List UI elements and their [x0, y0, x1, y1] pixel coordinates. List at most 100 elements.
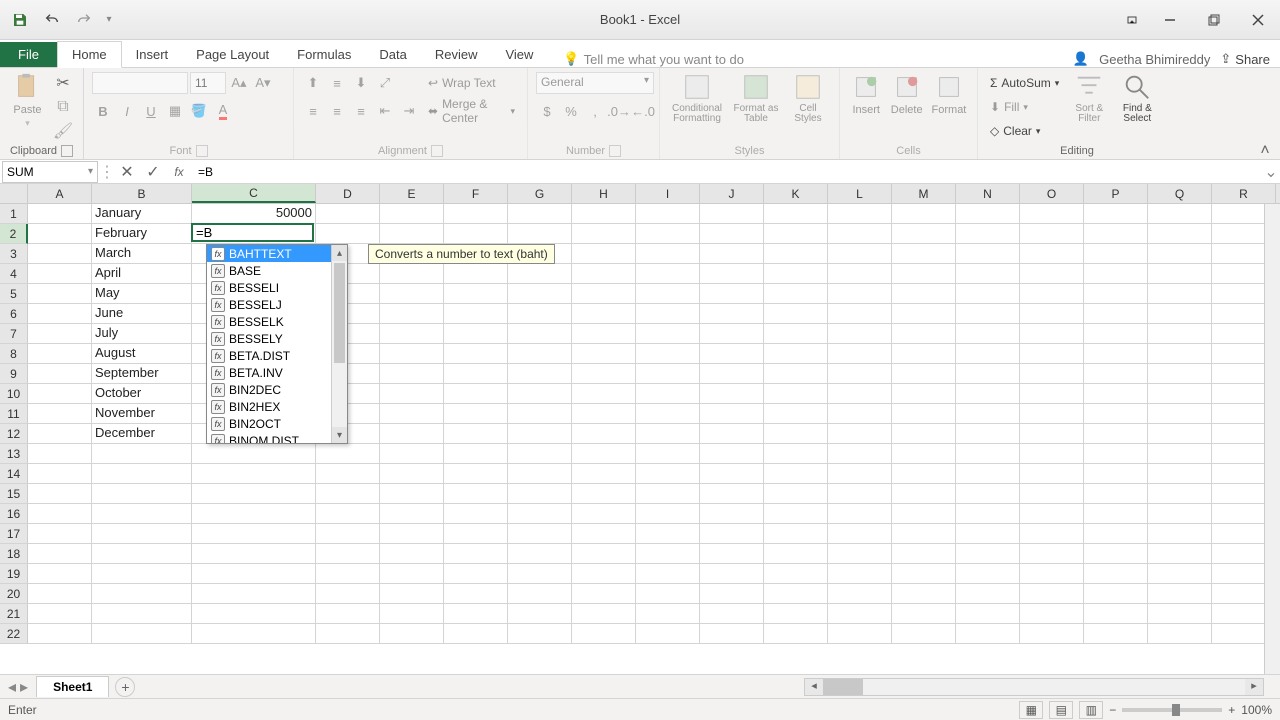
- tab-data[interactable]: Data: [365, 42, 420, 67]
- cell-Q18[interactable]: [1148, 544, 1212, 564]
- cell-D17[interactable]: [316, 524, 380, 544]
- cell-A2[interactable]: [28, 224, 92, 244]
- cell-P21[interactable]: [1084, 604, 1148, 624]
- autocomplete-item-beta-inv[interactable]: fxBETA.INV: [207, 364, 347, 381]
- page-layout-view-button[interactable]: ▤: [1049, 701, 1073, 719]
- cell-A22[interactable]: [28, 624, 92, 644]
- column-header-Q[interactable]: Q: [1148, 184, 1212, 203]
- cell-P18[interactable]: [1084, 544, 1148, 564]
- cell-O1[interactable]: [1020, 204, 1084, 224]
- cell-H15[interactable]: [572, 484, 636, 504]
- cell-A12[interactable]: [28, 424, 92, 444]
- cell-K14[interactable]: [764, 464, 828, 484]
- cell-B13[interactable]: [92, 444, 192, 464]
- qat-customize-button[interactable]: ▾: [102, 6, 116, 34]
- cell-L19[interactable]: [828, 564, 892, 584]
- bold-button[interactable]: B: [92, 100, 114, 122]
- cell-I2[interactable]: [636, 224, 700, 244]
- cell-styles-button[interactable]: Cell Styles: [786, 72, 830, 124]
- cell-Q20[interactable]: [1148, 584, 1212, 604]
- cell-O19[interactable]: [1020, 564, 1084, 584]
- cell-G19[interactable]: [508, 564, 572, 584]
- cell-B18[interactable]: [92, 544, 192, 564]
- cell-H12[interactable]: [572, 424, 636, 444]
- horizontal-scrollbar[interactable]: ◂▸: [804, 678, 1264, 696]
- borders-button[interactable]: ▦: [164, 100, 186, 122]
- cell-H3[interactable]: [572, 244, 636, 264]
- cell-Q11[interactable]: [1148, 404, 1212, 424]
- cell-J5[interactable]: [700, 284, 764, 304]
- cell-Q3[interactable]: [1148, 244, 1212, 264]
- cell-N19[interactable]: [956, 564, 1020, 584]
- cell-A17[interactable]: [28, 524, 92, 544]
- cell-H4[interactable]: [572, 264, 636, 284]
- cell-B20[interactable]: [92, 584, 192, 604]
- cell-O5[interactable]: [1020, 284, 1084, 304]
- format-painter-button[interactable]: 🖌: [51, 120, 75, 142]
- zoom-slider[interactable]: [1122, 708, 1222, 712]
- row-header-10[interactable]: 10: [0, 384, 28, 404]
- row-header-1[interactable]: 1: [0, 204, 28, 224]
- cell-B12[interactable]: December: [92, 424, 192, 444]
- cell-K13[interactable]: [764, 444, 828, 464]
- cell-P10[interactable]: [1084, 384, 1148, 404]
- cell-J2[interactable]: [700, 224, 764, 244]
- row-header-11[interactable]: 11: [0, 404, 28, 424]
- cell-E17[interactable]: [380, 524, 444, 544]
- font-name-combo[interactable]: [92, 72, 188, 94]
- cell-N21[interactable]: [956, 604, 1020, 624]
- cell-G17[interactable]: [508, 524, 572, 544]
- cell-H5[interactable]: [572, 284, 636, 304]
- row-header-18[interactable]: 18: [0, 544, 28, 564]
- cell-A11[interactable]: [28, 404, 92, 424]
- cell-E11[interactable]: [380, 404, 444, 424]
- cell-M13[interactable]: [892, 444, 956, 464]
- row-header-6[interactable]: 6: [0, 304, 28, 324]
- cell-F5[interactable]: [444, 284, 508, 304]
- cell-J13[interactable]: [700, 444, 764, 464]
- italic-button[interactable]: I: [116, 100, 138, 122]
- cell-D19[interactable]: [316, 564, 380, 584]
- cell-A3[interactable]: [28, 244, 92, 264]
- cell-J4[interactable]: [700, 264, 764, 284]
- cell-Q5[interactable]: [1148, 284, 1212, 304]
- cell-N10[interactable]: [956, 384, 1020, 404]
- cell-G2[interactable]: [508, 224, 572, 244]
- cell-B5[interactable]: May: [92, 284, 192, 304]
- cell-M6[interactable]: [892, 304, 956, 324]
- column-header-J[interactable]: J: [700, 184, 764, 203]
- cell-P3[interactable]: [1084, 244, 1148, 264]
- cell-P11[interactable]: [1084, 404, 1148, 424]
- column-header-G[interactable]: G: [508, 184, 572, 203]
- cell-N12[interactable]: [956, 424, 1020, 444]
- cell-O15[interactable]: [1020, 484, 1084, 504]
- cell-E6[interactable]: [380, 304, 444, 324]
- cell-A21[interactable]: [28, 604, 92, 624]
- cell-B10[interactable]: October: [92, 384, 192, 404]
- column-header-N[interactable]: N: [956, 184, 1020, 203]
- cell-O9[interactable]: [1020, 364, 1084, 384]
- cell-K17[interactable]: [764, 524, 828, 544]
- cell-N6[interactable]: [956, 304, 1020, 324]
- cell-J14[interactable]: [700, 464, 764, 484]
- autocomplete-item-bin2hex[interactable]: fxBIN2HEX: [207, 398, 347, 415]
- cancel-formula-button[interactable]: ✕: [114, 161, 140, 183]
- cell-B22[interactable]: [92, 624, 192, 644]
- cell-L8[interactable]: [828, 344, 892, 364]
- cut-button[interactable]: ✂: [51, 72, 75, 94]
- column-header-D[interactable]: D: [316, 184, 380, 203]
- cell-J6[interactable]: [700, 304, 764, 324]
- cell-P15[interactable]: [1084, 484, 1148, 504]
- cell-I7[interactable]: [636, 324, 700, 344]
- cell-I14[interactable]: [636, 464, 700, 484]
- sheet-tab-sheet1[interactable]: Sheet1: [36, 676, 109, 697]
- ribbon-display-options-button[interactable]: [1116, 0, 1148, 40]
- cell-P19[interactable]: [1084, 564, 1148, 584]
- cell-B2[interactable]: February: [92, 224, 192, 244]
- cell-C19[interactable]: [192, 564, 316, 584]
- cell-B16[interactable]: [92, 504, 192, 524]
- cell-B19[interactable]: [92, 564, 192, 584]
- cell-H16[interactable]: [572, 504, 636, 524]
- cell-N17[interactable]: [956, 524, 1020, 544]
- column-header-L[interactable]: L: [828, 184, 892, 203]
